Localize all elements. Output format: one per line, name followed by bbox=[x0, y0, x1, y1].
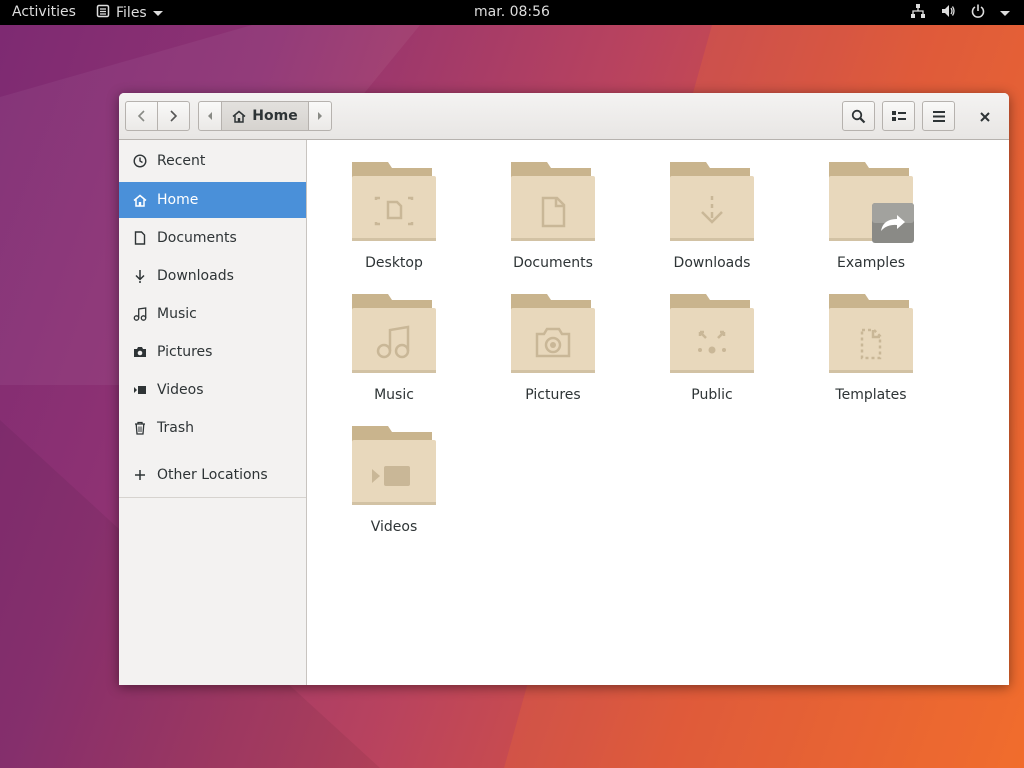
path-scroll-right[interactable] bbox=[309, 102, 331, 130]
sidebar-item-other-locations[interactable]: Other Locations bbox=[119, 457, 306, 493]
chevron-left-icon bbox=[137, 110, 145, 122]
plus-icon bbox=[133, 468, 147, 482]
header-bar: Home bbox=[119, 93, 1009, 140]
folder-music-icon bbox=[352, 294, 436, 373]
sidebar-item-downloads[interactable]: Downloads bbox=[119, 258, 306, 294]
camera-icon bbox=[133, 345, 147, 359]
sidebar-item-label: Documents bbox=[157, 230, 237, 246]
folder-item-pictures[interactable]: Pictures bbox=[493, 292, 613, 412]
triangle-left-icon bbox=[208, 112, 212, 120]
chevron-down-icon bbox=[1000, 10, 1010, 16]
view-toggle-button[interactable] bbox=[882, 101, 915, 131]
sidebar-item-label: Home bbox=[157, 192, 199, 208]
video-icon bbox=[133, 383, 147, 397]
sidebar-item-music[interactable]: Music bbox=[119, 296, 306, 332]
folder-templates-icon bbox=[829, 294, 913, 373]
folder-label: Downloads bbox=[673, 255, 751, 271]
folder-documents-icon bbox=[511, 162, 595, 241]
folder-public-icon bbox=[670, 294, 754, 373]
top-bar: Activities Files mar. 08:56 bbox=[0, 0, 1024, 25]
close-button[interactable] bbox=[973, 105, 997, 129]
folder-label: Examples bbox=[836, 255, 906, 271]
folder-downloads-icon bbox=[670, 162, 754, 241]
folder-label: Desktop bbox=[365, 255, 423, 271]
sidebar-item-documents[interactable]: Documents bbox=[119, 220, 306, 256]
folder-item-videos[interactable]: Videos bbox=[334, 424, 454, 544]
triangle-right-icon bbox=[318, 112, 322, 120]
home-icon bbox=[133, 193, 147, 207]
folder-item-desktop[interactable]: Desktop bbox=[334, 160, 454, 280]
folder-label: Documents bbox=[513, 255, 593, 271]
sidebar-item-label: Videos bbox=[157, 382, 204, 398]
sidebar-item-recent[interactable]: Recent bbox=[119, 143, 306, 179]
sidebar-item-pictures[interactable]: Pictures bbox=[119, 334, 306, 370]
power-icon bbox=[970, 3, 986, 23]
volume-icon bbox=[940, 3, 956, 23]
folder-label: Public bbox=[691, 387, 733, 403]
folder-videos-icon bbox=[352, 426, 436, 505]
folder-item-documents[interactable]: Documents bbox=[493, 160, 613, 280]
clock-icon bbox=[133, 154, 147, 168]
navigation-buttons bbox=[125, 101, 190, 131]
music-icon bbox=[133, 307, 147, 321]
sidebar-item-label: Other Locations bbox=[157, 467, 268, 483]
clock[interactable]: mar. 08:56 bbox=[0, 4, 1024, 20]
sidebar-item-label: Pictures bbox=[157, 344, 213, 360]
sidebar-item-trash[interactable]: Trash bbox=[119, 410, 306, 446]
download-icon bbox=[133, 269, 147, 283]
list-view-icon bbox=[891, 111, 906, 121]
sidebar-item-label: Recent bbox=[157, 153, 206, 169]
sidebar-item-label: Trash bbox=[157, 420, 194, 436]
folder-item-examples[interactable]: Examples bbox=[811, 160, 931, 280]
menu-button[interactable] bbox=[922, 101, 955, 131]
folder-label: Pictures bbox=[525, 387, 581, 403]
folder-item-downloads[interactable]: Downloads bbox=[652, 160, 772, 280]
path-scroll-left[interactable] bbox=[199, 102, 221, 130]
sidebar: Recent Home Documents Downloads Music Pi… bbox=[119, 140, 307, 685]
close-icon bbox=[980, 112, 990, 122]
path-crumb-home[interactable]: Home bbox=[221, 102, 309, 130]
folder-item-public[interactable]: Public bbox=[652, 292, 772, 412]
trash-icon bbox=[133, 421, 147, 435]
folder-grid: Desktop Documents Downloads Examples Mus… bbox=[307, 140, 1009, 685]
folder-examples-icon bbox=[829, 162, 914, 243]
folder-pictures-icon bbox=[511, 294, 595, 373]
document-icon bbox=[133, 231, 147, 245]
files-window: Home Recent Home Documents Downloads Mus… bbox=[119, 93, 1009, 685]
sidebar-divider bbox=[119, 497, 306, 498]
chevron-right-icon bbox=[170, 110, 178, 122]
folder-item-templates[interactable]: Templates bbox=[811, 292, 931, 412]
symlink-emblem-icon bbox=[872, 203, 914, 243]
folder-item-music[interactable]: Music bbox=[334, 292, 454, 412]
sidebar-item-label: Downloads bbox=[157, 268, 234, 284]
hamburger-icon bbox=[932, 110, 945, 122]
folder-label: Music bbox=[374, 387, 414, 403]
sidebar-item-home[interactable]: Home bbox=[119, 182, 306, 218]
folder-label: Templates bbox=[835, 387, 907, 403]
forward-button[interactable] bbox=[158, 102, 189, 130]
folder-label: Videos bbox=[370, 519, 418, 535]
home-icon bbox=[232, 110, 246, 123]
search-icon bbox=[851, 109, 866, 123]
search-button[interactable] bbox=[842, 101, 875, 131]
folder-desktop-icon bbox=[352, 162, 436, 241]
system-menu[interactable] bbox=[910, 3, 1010, 23]
path-bar: Home bbox=[198, 101, 332, 131]
sidebar-item-videos[interactable]: Videos bbox=[119, 372, 306, 408]
sidebar-item-label: Music bbox=[157, 306, 197, 322]
network-icon bbox=[910, 3, 926, 23]
path-crumb-label: Home bbox=[252, 108, 298, 124]
back-button[interactable] bbox=[126, 102, 157, 130]
